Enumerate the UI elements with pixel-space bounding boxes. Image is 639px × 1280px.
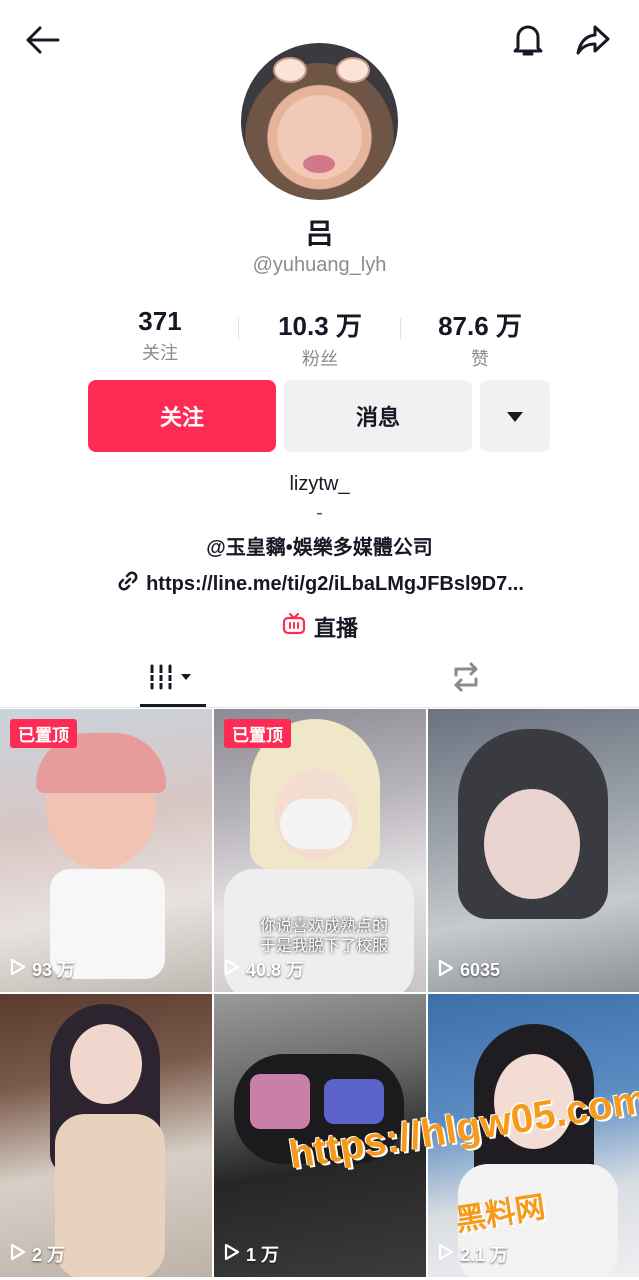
link-icon <box>116 569 140 599</box>
stat-followers[interactable]: 10.3 万 粉丝 <box>240 306 400 371</box>
profile-link[interactable]: https://line.me/ti/g2/iLbaLMgJFBsl9D7... <box>80 570 560 598</box>
view-count: 40.8 万 <box>224 956 304 982</box>
bio-line: - <box>316 502 323 524</box>
view-count-value: 1 万 <box>246 1245 280 1265</box>
stat-label: 粉丝 <box>302 349 338 369</box>
content-tabs <box>0 650 639 708</box>
video-thumbnail[interactable]: 已置顶 93 万 <box>0 709 212 992</box>
live-tv-icon <box>282 612 306 642</box>
play-icon <box>438 1243 454 1266</box>
video-grid: 已置顶 93 万 已置顶 你说喜欢成熟点的 于是我脱下了校服 40.8 万 60… <box>0 709 639 1280</box>
stat-value: 10.3 万 <box>278 311 362 341</box>
video-thumbnail[interactable]: 2 万 <box>0 994 212 1277</box>
view-count: 1 万 <box>224 1241 279 1267</box>
caption-line: 于是我脱下了校服 <box>259 938 388 955</box>
view-count-value: 40.8 万 <box>246 960 305 980</box>
view-count-value: 93 万 <box>32 960 76 980</box>
profile-name: 吕 <box>305 218 334 249</box>
stat-following[interactable]: 371 关注 <box>80 306 240 365</box>
pinned-badge: 已置顶 <box>10 719 77 748</box>
view-count: 93 万 <box>10 956 75 982</box>
active-tab-indicator <box>140 704 206 707</box>
stat-divider <box>238 318 239 340</box>
follow-button[interactable]: 关注 <box>88 380 276 452</box>
grid-bars-icon <box>148 662 198 697</box>
share-icon[interactable] <box>569 16 617 64</box>
message-button[interactable]: 消息 <box>284 380 472 452</box>
live-label: 直播 <box>313 616 358 641</box>
view-count-value: 2.1 万 <box>460 1245 509 1265</box>
view-count-value: 2 万 <box>32 1245 66 1265</box>
live-button[interactable]: 直播 <box>270 612 370 642</box>
caption-line: 你说喜欢成熟点的 <box>259 918 388 935</box>
tab-videos[interactable] <box>140 650 206 708</box>
pinned-badge: 已置顶 <box>224 719 291 748</box>
profile-handle: @yuhuang_lyh <box>252 254 387 276</box>
stat-label: 赞 <box>471 349 489 369</box>
play-icon <box>224 958 240 981</box>
back-arrow-icon[interactable] <box>18 16 66 64</box>
profile-stats: 371 关注 10.3 万 粉丝 87.6 万 赞 <box>80 306 560 369</box>
video-thumbnail[interactable]: 6035 <box>428 709 639 992</box>
stat-value: 87.6 万 <box>438 311 522 341</box>
stat-label: 关注 <box>142 343 178 363</box>
tab-reposts[interactable] <box>436 650 496 708</box>
repost-icon <box>448 659 484 700</box>
play-icon <box>438 959 454 982</box>
video-thumbnail[interactable]: 已置顶 你说喜欢成熟点的 于是我脱下了校服 40.8 万 <box>214 709 426 992</box>
view-count: 2.1 万 <box>438 1241 508 1267</box>
avatar[interactable] <box>241 43 398 200</box>
more-options-button[interactable] <box>480 380 550 452</box>
link-text: https://line.me/ti/g2/iLbaLMgJFBsl9D7... <box>146 572 524 595</box>
video-caption: 你说喜欢成熟点的 于是我脱下了校服 <box>244 917 404 957</box>
play-icon <box>224 1243 240 1266</box>
view-count: 6035 <box>438 959 500 982</box>
bio-line: lizytw_ <box>289 473 350 495</box>
view-count: 2 万 <box>10 1241 65 1267</box>
stat-value: 371 <box>138 306 182 336</box>
bio-line: @玉皇黐•娛樂多媒體公司 <box>206 537 433 559</box>
view-count-value: 6035 <box>460 960 501 980</box>
play-icon <box>10 1243 26 1266</box>
play-icon <box>10 958 26 981</box>
triangle-down-icon <box>506 403 524 429</box>
bell-icon[interactable] <box>504 16 552 64</box>
stat-likes[interactable]: 87.6 万 赞 <box>400 306 560 371</box>
